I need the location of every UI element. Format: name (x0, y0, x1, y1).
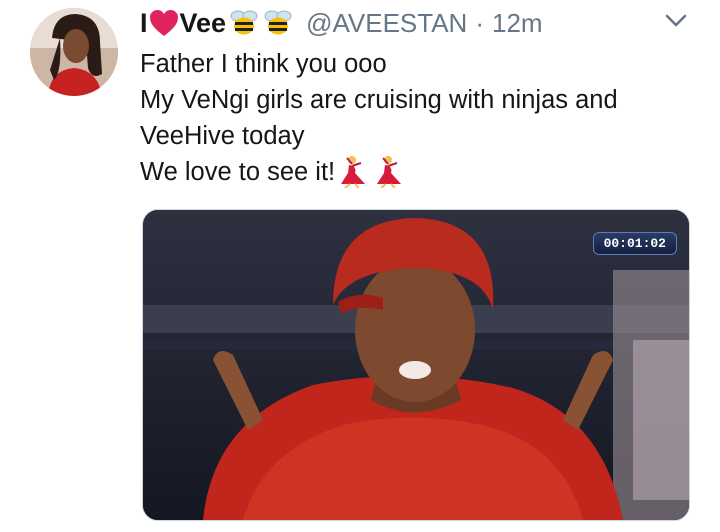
tweet-text-last: We love to see it! (140, 158, 336, 186)
tweet-header: I Vee @AVEESTAN · 12m (140, 6, 543, 40)
tweet-text-line: My VeNgi girls are cruising with ninjas … (140, 86, 618, 114)
user-handle[interactable]: @AVEESTAN (306, 8, 467, 39)
video-timer: 00:01:02 (592, 232, 677, 255)
display-name[interactable]: I Vee (140, 8, 294, 39)
separator-dot: · (475, 7, 484, 38)
tweet-text-line: We love to see it! (140, 154, 700, 190)
chevron-down-icon[interactable] (662, 10, 690, 32)
tweet-text: Father I think you ooo My VeNgi girls ar… (140, 46, 700, 190)
media-photo (143, 210, 689, 520)
red-heart-icon (149, 10, 178, 36)
tweet-text-line: Father I think you ooo (140, 50, 387, 78)
display-name-suffix: Vee (179, 7, 227, 38)
tweet-media[interactable]: 00:01:02 (142, 209, 690, 521)
dancer-icon (341, 156, 366, 189)
bee-icon (230, 10, 258, 35)
bee-icon (264, 10, 292, 35)
avatar[interactable] (30, 8, 118, 96)
tweet-text-line: VeeHive today (140, 122, 305, 150)
dancer-icon (377, 156, 402, 189)
avatar-photo (30, 8, 118, 96)
display-name-prefix: I (140, 7, 148, 38)
tweet-timestamp[interactable]: 12m (492, 8, 543, 39)
